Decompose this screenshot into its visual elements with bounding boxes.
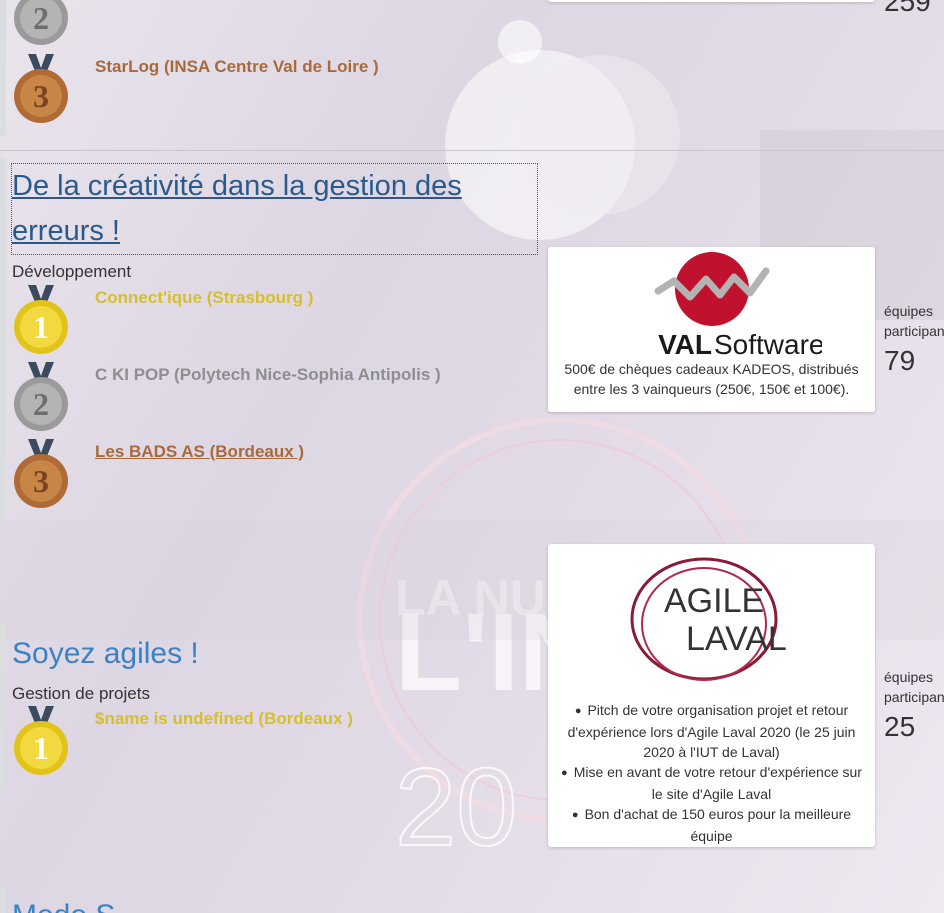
challenge-category: Gestion de projets — [12, 684, 150, 703]
challenge-section-next: Mode S — [0, 888, 540, 913]
winner-name: Connect'ique (Strasbourg ) — [95, 288, 314, 307]
winner-name: StarLog (INSA Centre Val de Loire ) — [95, 57, 379, 76]
prize-item: Pitch de votre organisation projet et re… — [556, 700, 867, 762]
challenge-title: Mode S — [12, 896, 115, 913]
svg-text:1: 1 — [33, 309, 49, 345]
teams-count-top: 259 — [884, 0, 931, 22]
bronze-medal-icon: 3 — [14, 54, 68, 123]
prize-card-top — [548, 0, 875, 2]
silver-medal-icon: 2 — [14, 0, 68, 45]
teams-label: équipes participantes — [884, 303, 944, 339]
teams-count-number: 79 — [884, 345, 916, 376]
svg-text:Software: Software — [714, 329, 822, 359]
val-software-logo: VAL Software — [654, 252, 822, 359]
bronze-medal-icon: 3 — [14, 439, 68, 508]
teams-count-errors: équipes participantes 79 — [884, 301, 944, 381]
challenge-section-errors: De la créativité dans la gestion des err… — [0, 158, 540, 520]
svg-text:3: 3 — [33, 78, 49, 114]
prize-list: Pitch de votre organisation projet et re… — [548, 700, 875, 846]
svg-text:3: 3 — [33, 463, 49, 499]
svg-text:AGILE: AGILE — [664, 582, 764, 620]
svg-text:LAVAL: LAVAL — [686, 620, 787, 658]
divider — [0, 150, 944, 151]
winner-name: C KI POP (Polytech Nice-Sophia Antipolis… — [95, 365, 441, 384]
prize-card-agile: AGILE LAVAL Pitch de votre organisation … — [548, 544, 875, 847]
challenge-section-agile: Soyez agiles ! Gestion de projets 1 $nam… — [0, 624, 540, 788]
challenge-title: Soyez agiles ! — [12, 637, 199, 670]
teams-count-number: 259 — [884, 0, 931, 17]
agile-laval-logo: AGILE LAVAL — [630, 557, 787, 681]
svg-text:2: 2 — [33, 386, 49, 422]
prize-item: Bon d'achat de 150 euros pour la meilleu… — [556, 804, 867, 846]
winner-name: $name is undefined (Bordeaux ) — [95, 709, 353, 728]
gold-medal-icon: 1 — [14, 706, 68, 775]
svg-text:1: 1 — [33, 730, 49, 766]
winner-link[interactable]: Les BADS AS (Bordeaux ) — [95, 442, 304, 462]
prize-card-errors: VAL Software 500€ de chèques cadeaux KAD… — [548, 247, 875, 412]
prize-description: 500€ de chèques cadeaux KADEOS, distribu… — [564, 361, 859, 397]
teams-label: équipes participantes — [884, 669, 944, 705]
teams-count-number: 25 — [884, 711, 916, 742]
prize-item: Mise en avant de votre retour d'expérien… — [556, 762, 867, 804]
challenge-section-top: 2 3 StarLog (INSA Centre Val de Loire ) — [0, 0, 540, 136]
svg-text:2: 2 — [33, 0, 49, 36]
teams-count-agile: équipes participantes 25 — [884, 667, 944, 747]
challenge-category: Développement — [12, 262, 132, 281]
silver-medal-icon: 2 — [14, 362, 68, 431]
svg-text:VAL: VAL — [658, 329, 712, 359]
challenge-title-link[interactable]: De la créativité dans la gestion des err… — [11, 163, 538, 255]
gold-medal-icon: 1 — [14, 285, 68, 354]
